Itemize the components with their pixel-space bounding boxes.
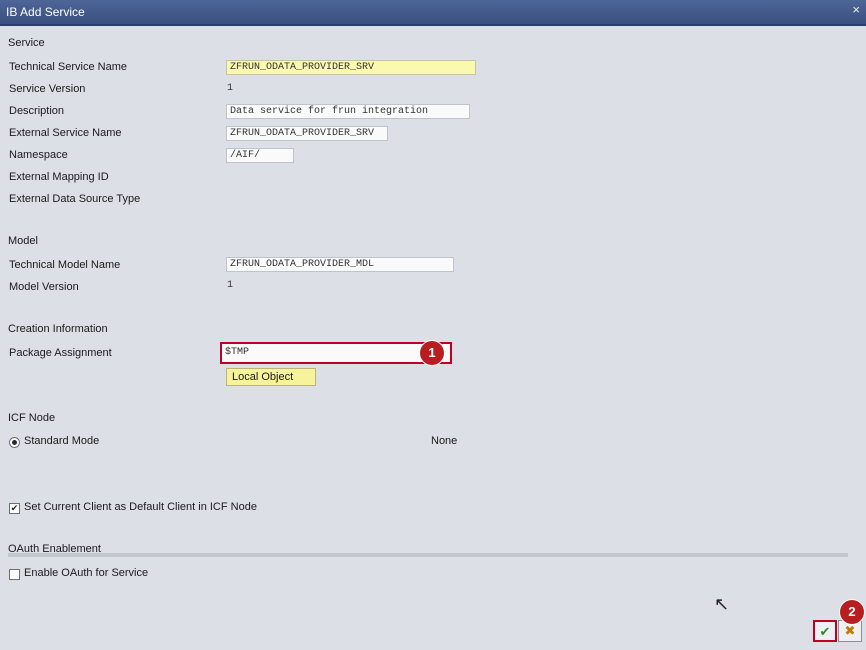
service-version-field[interactable]: 1 bbox=[224, 82, 244, 97]
package-assignment-field[interactable]: $TMP bbox=[220, 342, 452, 364]
creation-section-label: Creation Information bbox=[8, 323, 108, 335]
technical-model-name-field[interactable]: ZFRUN_ODATA_PROVIDER_MDL bbox=[226, 257, 454, 272]
service-version-label: Service Version bbox=[9, 83, 86, 95]
service-section-label: Service bbox=[8, 37, 45, 49]
namespace-label: Namespace bbox=[9, 149, 68, 161]
enable-oauth-checkbox[interactable] bbox=[9, 569, 20, 580]
step-badge-2: 2 bbox=[840, 600, 864, 624]
external-mapping-id-label: External Mapping ID bbox=[9, 171, 109, 183]
description-label: Description bbox=[9, 105, 65, 117]
description-field[interactable]: Data service for frun integration bbox=[226, 104, 470, 119]
title-bar: IB Add Service × bbox=[0, 0, 866, 26]
model-version-label: Model Version bbox=[9, 281, 79, 293]
technical-service-name-label: Technical Service Name bbox=[9, 61, 127, 73]
external-data-source-type-label: External Data Source Type bbox=[9, 193, 141, 205]
none-label: None bbox=[431, 435, 458, 447]
icf-section-label: ICF Node bbox=[8, 412, 56, 424]
set-client-label: Set Current Client as Default Client in … bbox=[24, 501, 257, 513]
technical-service-name-field[interactable]: ZFRUN_ODATA_PROVIDER_SRV bbox=[226, 60, 476, 75]
standard-mode-label: Standard Mode bbox=[24, 435, 100, 447]
namespace-field[interactable]: /AIF/ bbox=[226, 148, 294, 163]
external-service-name-field[interactable]: ZFRUN_ODATA_PROVIDER_SRV bbox=[226, 126, 388, 141]
external-data-source-type-field[interactable] bbox=[224, 184, 236, 199]
model-section-label: Model bbox=[8, 235, 38, 247]
model-version-field[interactable]: 1 bbox=[224, 279, 244, 294]
standard-mode-radio[interactable] bbox=[9, 437, 20, 448]
close-icon[interactable]: × bbox=[852, 2, 860, 17]
external-mapping-id-field[interactable] bbox=[224, 170, 244, 185]
local-object-button[interactable]: Local Object bbox=[226, 368, 316, 386]
enable-oauth-label: Enable OAuth for Service bbox=[24, 567, 149, 579]
step-badge-1: 1 bbox=[420, 341, 444, 365]
window-title: IB Add Service bbox=[6, 5, 85, 19]
package-assignment-label: Package Assignment bbox=[9, 347, 112, 359]
mouse-pointer-icon: ↖ bbox=[714, 594, 730, 614]
technical-model-name-label: Technical Model Name bbox=[9, 259, 121, 271]
external-service-name-label: External Service Name bbox=[9, 127, 122, 139]
section-divider bbox=[8, 553, 848, 557]
ok-button[interactable]: ✔ bbox=[813, 620, 837, 642]
set-client-checkbox[interactable]: ✔ bbox=[9, 503, 20, 514]
